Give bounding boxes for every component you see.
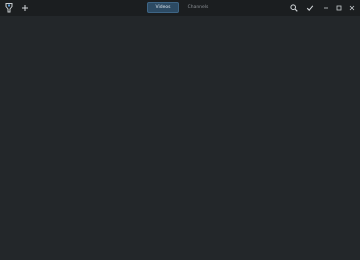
header-bar: Videos Channels xyxy=(0,0,360,16)
tab-videos-label: Videos xyxy=(155,5,171,10)
app-menu-button[interactable] xyxy=(2,1,16,15)
search-button[interactable] xyxy=(287,1,301,15)
app-logo-icon xyxy=(5,3,13,13)
minimize-button[interactable] xyxy=(319,1,333,15)
app-window: Videos Channels xyxy=(0,0,360,260)
close-button[interactable] xyxy=(345,1,359,15)
close-icon xyxy=(349,5,355,11)
minimize-icon xyxy=(323,5,329,11)
plus-icon xyxy=(21,4,29,12)
tab-channels-label: Channels xyxy=(187,5,209,10)
maximize-button[interactable] xyxy=(332,1,346,15)
add-button[interactable] xyxy=(18,1,32,15)
tab-channels[interactable]: Channels xyxy=(182,2,214,13)
view-switcher: Videos Channels xyxy=(147,2,214,13)
maximize-icon xyxy=(336,5,342,11)
videos-content-area xyxy=(0,16,360,260)
select-button[interactable] xyxy=(303,1,317,15)
tab-videos[interactable]: Videos xyxy=(147,2,179,13)
search-icon xyxy=(290,4,298,12)
checkmark-icon xyxy=(306,4,314,12)
